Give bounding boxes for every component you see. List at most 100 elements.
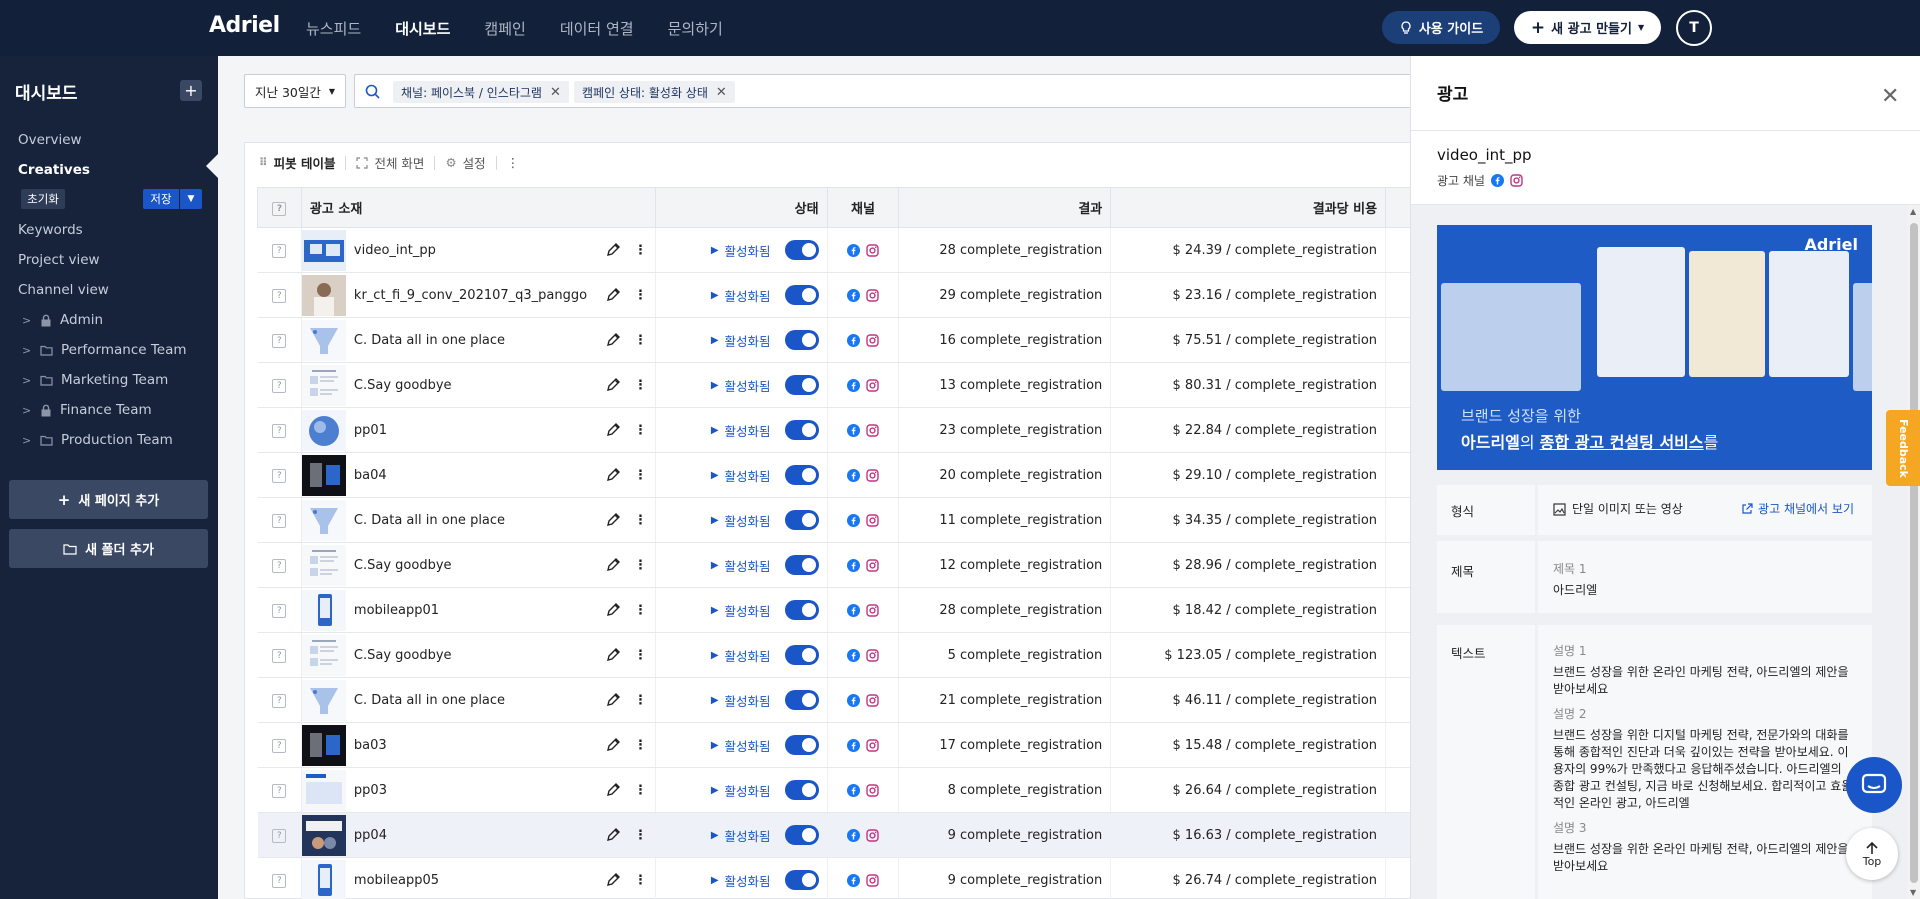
row-checkbox-cell[interactable]: ? (257, 497, 302, 543)
pencil-icon[interactable] (606, 693, 620, 707)
row-checkbox-cell[interactable]: ? (257, 587, 302, 633)
table-row[interactable]: ? mobileapp05 ⋮ ▶ 활성화됨 9 complete_registratio… (257, 857, 1417, 899)
pencil-icon[interactable] (606, 783, 620, 797)
row-checkbox-cell[interactable]: ? (257, 767, 302, 813)
pencil-icon[interactable] (606, 378, 620, 392)
add-page-button[interactable]: + 새 페이지 추가 (9, 480, 208, 519)
close-icon[interactable]: ✕ (716, 85, 727, 100)
status-toggle[interactable] (784, 555, 819, 575)
checkbox[interactable]: ? (272, 244, 287, 258)
ad-creative-preview[interactable]: Adriel 브랜드 성장을 위한 아드리엘의 종합 광고 컨설팅 서비스를 (1437, 225, 1872, 470)
save-dropdown-button[interactable]: ▼ (180, 189, 202, 209)
checkbox[interactable]: ? (272, 559, 287, 573)
pencil-icon[interactable] (606, 243, 620, 257)
creative-name[interactable]: kr_ct_fi_9_conv_202107_q3_panggo (354, 288, 587, 303)
filter-chip-channel[interactable]: 채널: 페이스북 / 인스타그램 ✕ (393, 81, 569, 103)
chevron-right-icon[interactable]: > (22, 404, 32, 417)
creative-thumbnail[interactable] (301, 679, 346, 721)
row-checkbox-cell[interactable]: ? (257, 272, 302, 318)
creative-name[interactable]: pp01 (354, 423, 387, 438)
filter-chip-status[interactable]: 캠페인 상태: 활성화 상태 ✕ (574, 81, 735, 103)
kebab-icon[interactable]: ⋮ (634, 603, 647, 618)
sidebar-folder[interactable]: > Finance Team (22, 402, 152, 418)
creative-name[interactable]: pp04 (354, 828, 387, 843)
col-channel[interactable]: 채널 (826, 187, 900, 228)
table-row[interactable]: ? kr_ct_fi_9_conv_202107_q3_panggo ⋮ ▶ 활성화됨 2… (257, 272, 1417, 318)
table-row[interactable]: ? ba03 ⋮ ▶ 활성화됨 17 complete_registration $ 15.… (257, 722, 1417, 768)
creative-thumbnail[interactable] (301, 319, 346, 361)
checkbox[interactable]: ? (272, 784, 287, 798)
drawer-scrollbar[interactable]: ▲ ▼ (1907, 205, 1920, 899)
row-checkbox-cell[interactable]: ? (257, 317, 302, 363)
user-guide-button[interactable]: 사용 가이드 (1382, 11, 1500, 44)
status-toggle[interactable] (784, 690, 819, 710)
creative-thumbnail[interactable] (301, 454, 346, 496)
row-checkbox-cell[interactable]: ? (257, 857, 302, 899)
new-ad-button[interactable]: + 새 광고 만들기 ▼ (1514, 11, 1661, 44)
kebab-icon[interactable]: ⋮ (634, 288, 647, 303)
nav-link[interactable]: 문의하기 (668, 18, 723, 39)
settings-button[interactable]: ⚙ 설정 (445, 153, 485, 172)
kebab-icon[interactable]: ⋮ (634, 738, 647, 753)
sidebar-folder[interactable]: > Marketing Team (22, 372, 168, 388)
checkbox[interactable]: ? (272, 649, 287, 663)
feedback-tab[interactable]: Feedback (1886, 410, 1920, 486)
nav-link[interactable]: 뉴스피드 (306, 18, 361, 39)
row-checkbox-cell[interactable]: ? (257, 722, 302, 768)
kebab-icon[interactable]: ⋮ (634, 378, 647, 393)
fullscreen-button[interactable]: 전체 화면 (356, 153, 424, 172)
chevron-right-icon[interactable]: > (22, 434, 32, 447)
creative-thumbnail[interactable] (301, 769, 346, 811)
pencil-icon[interactable] (606, 873, 620, 887)
creative-thumbnail[interactable] (301, 859, 346, 899)
row-checkbox-cell[interactable]: ? (257, 812, 302, 858)
kebab-icon[interactable]: ⋮ (634, 828, 647, 843)
chevron-right-icon[interactable]: > (22, 374, 32, 387)
row-checkbox-cell[interactable]: ? (257, 677, 302, 723)
creative-name[interactable]: mobileapp01 (354, 603, 439, 618)
creative-name[interactable]: C. Data all in one place (354, 333, 505, 348)
nav-link[interactable]: 데이터 연결 (560, 18, 634, 39)
scroll-down-icon[interactable]: ▼ (1910, 888, 1916, 897)
sidebar-item[interactable]: Channel view (18, 282, 109, 298)
creative-thumbnail[interactable] (301, 274, 346, 316)
table-row[interactable]: ? C. Data all in one place ⋮ ▶ 활성화됨 16 comple… (257, 317, 1417, 363)
creative-name[interactable]: C. Data all in one place (354, 693, 505, 708)
add-folder-button[interactable]: 새 폴더 추가 (9, 529, 208, 568)
sidebar-item[interactable]: Project view (18, 252, 100, 268)
status-toggle[interactable] (784, 870, 819, 890)
status-toggle[interactable] (784, 645, 819, 665)
status-toggle[interactable] (784, 600, 819, 620)
status-toggle[interactable] (784, 240, 819, 260)
creative-name[interactable]: pp03 (354, 783, 387, 798)
avatar[interactable]: T (1676, 10, 1712, 46)
chat-button[interactable] (1846, 757, 1902, 813)
sidebar-folder[interactable]: > Admin (22, 312, 103, 328)
status-toggle[interactable] (784, 375, 819, 395)
creative-name[interactable]: video_int_pp (354, 243, 436, 258)
creative-name[interactable]: ba03 (354, 738, 387, 753)
creative-thumbnail[interactable] (301, 544, 346, 586)
creative-name[interactable]: ba04 (354, 468, 387, 483)
pencil-icon[interactable] (606, 738, 620, 752)
checkbox[interactable]: ? (272, 289, 287, 303)
table-row[interactable]: ? C.Say goodbye ⋮ ▶ 활성화됨 12 complete_registra… (257, 542, 1417, 588)
kebab-icon[interactable]: ⋮ (634, 873, 647, 888)
reset-button[interactable]: 초기화 (21, 189, 65, 209)
save-button[interactable]: 저장 (143, 189, 179, 209)
status-toggle[interactable] (784, 420, 819, 440)
pencil-icon[interactable] (606, 333, 620, 347)
sidebar-item[interactable]: Creatives (18, 162, 90, 178)
status-toggle[interactable] (784, 465, 819, 485)
scroll-up-icon[interactable]: ▲ (1910, 207, 1916, 216)
col-status[interactable]: 상태 (654, 187, 828, 228)
creative-thumbnail[interactable] (301, 814, 346, 856)
kebab-icon[interactable]: ⋮ (634, 513, 647, 528)
status-toggle[interactable] (784, 330, 819, 350)
creative-name[interactable]: C.Say goodbye (354, 378, 452, 393)
kebab-icon[interactable]: ⋮ (634, 648, 647, 663)
creative-name[interactable]: C.Say goodbye (354, 558, 452, 573)
status-toggle[interactable] (784, 825, 819, 845)
checkbox[interactable]: ? (272, 514, 287, 528)
adriel-logo[interactable]: Adriel (209, 13, 280, 38)
